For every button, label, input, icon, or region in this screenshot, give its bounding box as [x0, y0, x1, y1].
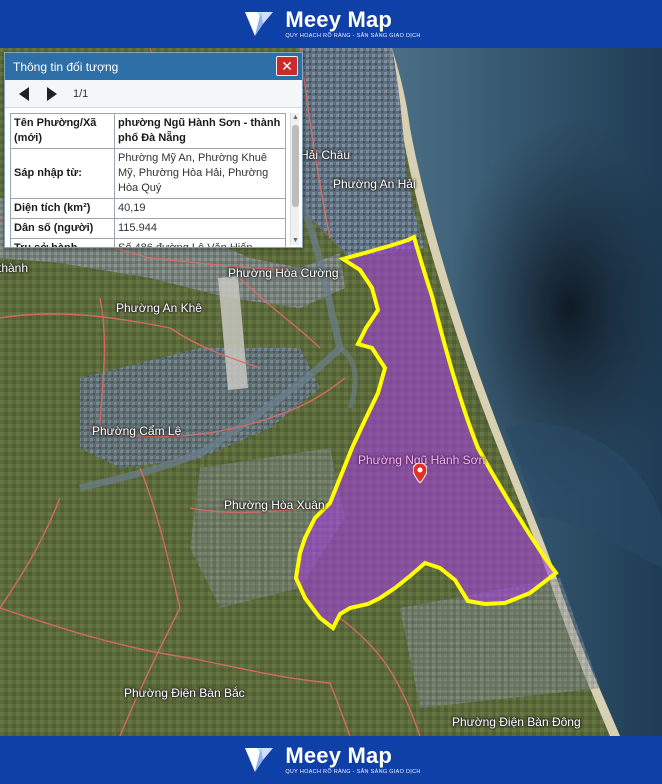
label-cam-le: Phường Cẩm Lệ — [92, 424, 182, 438]
scroll-up-icon[interactable]: ▲ — [291, 113, 300, 122]
brand-tagline: QUY HOẠCH RÕ RÀNG - SẴN SÀNG GIAO DỊCH — [285, 33, 421, 39]
table-row: Dân số (người) 115.944 — [10, 218, 286, 239]
row-value: 40,19 — [114, 198, 286, 219]
row-key: Trụ sở hành — [10, 238, 115, 247]
meey-logo-icon — [245, 12, 274, 36]
label-hoa-cuong: Phường Hòa Cường — [228, 266, 339, 280]
arrow-right-icon — [47, 86, 57, 101]
label-thanh: thành — [0, 261, 29, 275]
scroll-thumb[interactable] — [292, 125, 299, 207]
label-hoa-xuan: Phường Hòa Xuân — [224, 498, 325, 512]
label-an-hai: Phường An Hải — [333, 177, 416, 191]
scroll-down-icon[interactable]: ▼ — [291, 236, 300, 245]
brand-name: Meey Map — [285, 7, 393, 32]
table-row: Trụ sở hành Số 486 đường Lê Văn Hiến — [10, 238, 286, 247]
location-pin-icon[interactable] — [413, 463, 427, 483]
row-key: Diện tích (km²) — [10, 198, 115, 219]
next-button[interactable] — [45, 86, 59, 102]
panel-title: Thông tin đối tượng — [13, 59, 119, 74]
row-value: phường Ngũ Hành Sơn - thành phố Đà Nẵng — [114, 113, 286, 149]
row-value: Phường Mỹ An, Phường Khuê Mỹ, Phường Hòa… — [114, 148, 286, 199]
row-key: Sáp nhập từ: — [10, 148, 115, 199]
info-table-container[interactable]: Tên Phường/Xã (mới) phường Ngũ Hành Sơn … — [5, 108, 302, 247]
row-value: 115.944 — [114, 218, 286, 239]
brand-tagline: QUY HOẠCH RÕ RÀNG - SẴN SÀNG GIAO DỊCH — [285, 769, 421, 775]
close-icon: ✕ — [281, 57, 293, 74]
feature-info-panel: Thông tin đối tượng ✕ 1/1 Tên Phường/Xã … — [4, 52, 303, 248]
panel-header: Thông tin đối tượng ✕ — [5, 53, 302, 80]
label-hai-chau: Hải Châu — [300, 148, 351, 162]
table-row: Sáp nhập từ: Phường Mỹ An, Phường Khuê M… — [10, 148, 286, 199]
table-row: Tên Phường/Xã (mới) phường Ngũ Hành Sơn … — [10, 113, 286, 149]
row-key: Dân số (người) — [10, 218, 115, 239]
label-an-khe: Phường An Khê — [116, 301, 202, 315]
page-indicator: 1/1 — [73, 87, 89, 100]
arrow-left-icon — [19, 86, 29, 101]
previous-button[interactable] — [17, 86, 31, 102]
row-key: Tên Phường/Xã (mới) — [10, 113, 115, 149]
top-brand-bar: Meey Map QUY HOẠCH RÕ RÀNG - SẴN SÀNG GI… — [0, 0, 662, 48]
pager: 1/1 — [5, 80, 302, 108]
row-value: Số 486 đường Lê Văn Hiến — [114, 238, 286, 247]
label-dien-ban-bac: Phường Điện Bàn Bắc — [124, 686, 245, 700]
table-row: Diện tích (km²) 40,19 — [10, 198, 286, 219]
meey-logo-icon — [245, 748, 274, 772]
bottom-brand-bar: Meey Map QUY HOẠCH RÕ RÀNG - SẴN SÀNG GI… — [0, 736, 662, 784]
label-dien-ban-dong: Phường Điện Bàn Đông — [452, 715, 581, 729]
table-scrollbar[interactable]: ▲ ▼ — [290, 113, 299, 245]
info-table: Tên Phường/Xã (mới) phường Ngũ Hành Sơn … — [10, 113, 286, 247]
brand-name: Meey Map — [285, 743, 393, 768]
close-button[interactable]: ✕ — [276, 56, 298, 76]
